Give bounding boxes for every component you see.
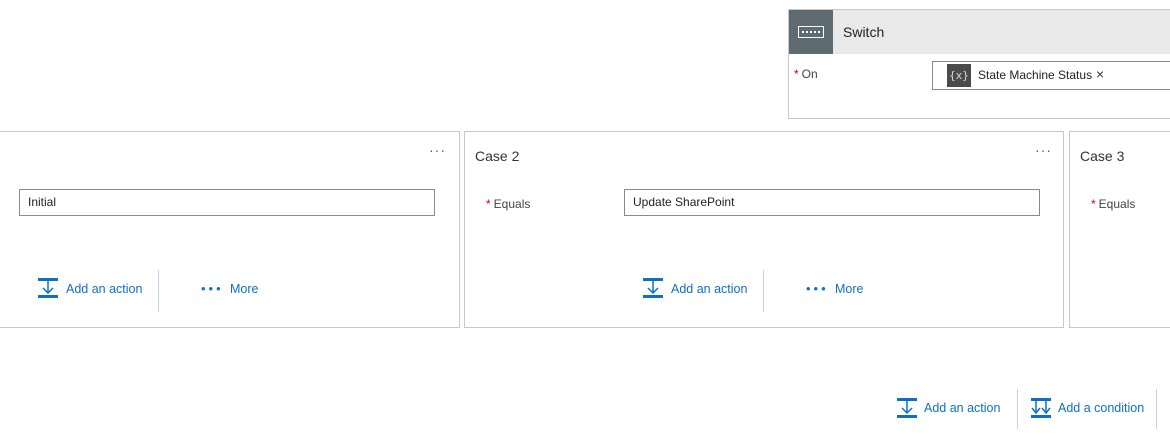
case-3-title: Case 3 (1080, 148, 1125, 164)
required-mark: * (486, 197, 491, 211)
case-2-more-link[interactable]: More (835, 282, 863, 296)
divider (763, 270, 764, 312)
state-machine-status-token[interactable]: State Machine Status (978, 68, 1092, 82)
add-condition-icon[interactable] (1030, 397, 1052, 419)
case-3-equals-label: * Equals (1091, 197, 1135, 211)
switch-icon (789, 10, 833, 54)
add-action-icon[interactable] (642, 277, 664, 299)
equals-label-text: Equals (1098, 197, 1136, 211)
footer-add-action-link[interactable]: Add an action (924, 401, 1000, 415)
case-2-menu-icon[interactable]: ··· (1035, 142, 1052, 158)
more-dots-icon[interactable]: ••• (201, 281, 224, 296)
remove-token-icon[interactable]: × (1096, 66, 1104, 82)
switch-header[interactable]: Switch (789, 10, 1170, 54)
add-action-icon[interactable] (896, 397, 918, 419)
on-input[interactable]: {x} State Machine Status × (932, 61, 1170, 90)
required-mark: * (794, 67, 799, 81)
case-2-equals-label: * Equals (486, 197, 530, 211)
on-label: * On (794, 67, 818, 81)
divider (1017, 389, 1018, 429)
case-2-title: Case 2 (475, 148, 520, 164)
equals-label-text: Equals (493, 197, 531, 211)
switch-card[interactable]: Switch * On {x} State Machine Status × (788, 9, 1170, 119)
case-2-add-action-link[interactable]: Add an action (671, 282, 747, 296)
case-2-equals-input[interactable]: Update SharePoint (624, 189, 1040, 216)
divider (158, 270, 159, 312)
divider (1156, 389, 1157, 429)
more-dots-icon[interactable]: ••• (806, 281, 829, 296)
case-card-3[interactable]: Case 3 * Equals (1069, 131, 1170, 328)
case-card-2[interactable]: Case 2 ··· * Equals Update SharePoint Add… (464, 131, 1064, 328)
on-label-text: On (801, 67, 818, 81)
case-card-1[interactable]: ··· Initial Add an action ••• More (0, 131, 460, 328)
variable-icon: {x} (947, 64, 971, 87)
add-action-icon[interactable] (37, 277, 59, 299)
switch-title: Switch (843, 24, 885, 40)
case-1-menu-icon[interactable]: ··· (429, 142, 446, 158)
case-1-more-link[interactable]: More (230, 282, 258, 296)
required-mark: * (1091, 197, 1096, 211)
case-1-equals-input[interactable]: Initial (19, 189, 435, 216)
case-1-add-action-link[interactable]: Add an action (66, 282, 142, 296)
footer-add-condition-link[interactable]: Add a condition (1058, 401, 1144, 415)
